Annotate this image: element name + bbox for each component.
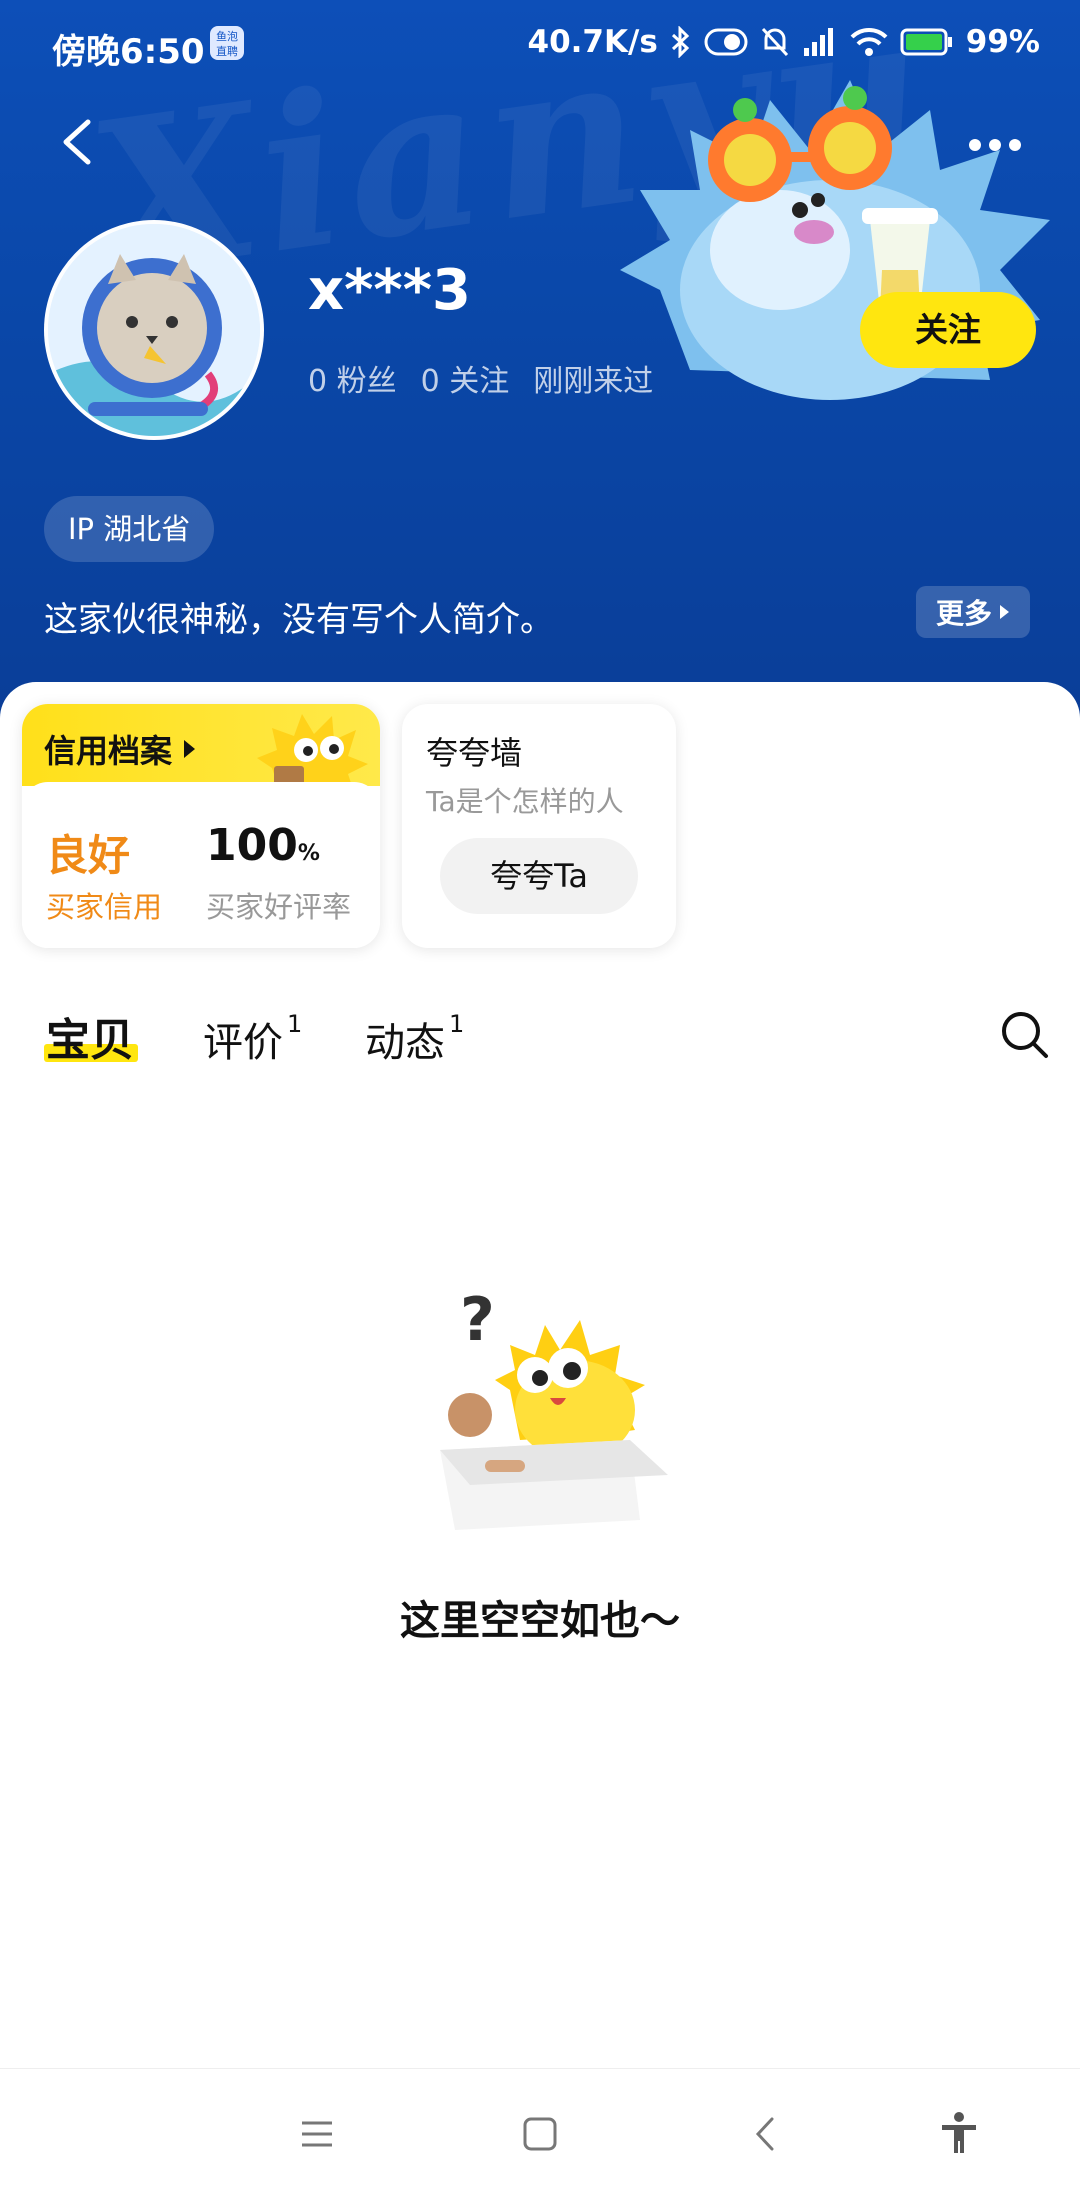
bio-more-label: 更多	[935, 597, 992, 630]
empty-box-illustration: ?	[440, 1285, 668, 1530]
caret-right-icon	[1000, 605, 1009, 619]
signal-icon	[803, 28, 833, 56]
status-bar: 傍晚6:50 鱼泡 直聘 40.7K/s 99%	[0, 0, 1080, 90]
battery-percent: 99%	[965, 24, 1040, 60]
praise-button[interactable]: 夸夸Ta	[440, 838, 638, 914]
tab-items[interactable]: 宝贝	[46, 1004, 134, 1068]
network-speed: 40.7K/s	[527, 24, 658, 60]
app-notification-icon: 鱼泡 直聘	[210, 26, 244, 60]
empty-state-text: 这里空空如也～	[400, 1598, 680, 1644]
bluetooth-icon	[671, 26, 689, 58]
tab-moments-label: 动态	[365, 1020, 445, 1066]
praise-wall-title: 夸夸墙	[426, 734, 523, 772]
svg-text:?: ?	[460, 1285, 495, 1355]
credit-title-label: 信用档案	[44, 732, 173, 770]
menu-icon[interactable]	[292, 2109, 342, 2159]
search-icon[interactable]	[998, 1008, 1050, 1060]
accessibility-icon[interactable]	[934, 2109, 984, 2159]
mute-bell-icon	[761, 27, 788, 57]
bio-more-button[interactable]: 更多	[916, 586, 1030, 638]
status-time: 傍晚6:50	[52, 32, 205, 72]
profile-bio: 这家伙很神秘，没有写个人简介。	[44, 600, 554, 640]
fans-count[interactable]: 0 粉丝	[308, 356, 397, 400]
ip-location-badge: IP 湖北省	[44, 496, 215, 562]
buyer-credit-label: 买家信用	[46, 890, 163, 924]
avatar-cat-icon	[48, 224, 260, 436]
profile-header: Xianyu 傍晚6:50 鱼泡 直聘 40.7K/s 99% x***3 0 …	[0, 0, 1080, 720]
back-arrow-icon[interactable]	[50, 112, 110, 172]
more-options-icon[interactable]	[960, 120, 1030, 170]
credit-title[interactable]: 信用档案	[44, 726, 196, 772]
positive-rate-value: 100%	[206, 820, 320, 871]
tab-moments-count: 1	[449, 1009, 465, 1038]
tab-reviews-label: 评价	[203, 1020, 283, 1066]
profile-stats: 0 粉丝 0 关注 刚刚来过	[308, 356, 653, 400]
home-square-icon[interactable]	[515, 2109, 565, 2159]
username: x***3	[308, 258, 471, 323]
status-indicators: 40.7K/s 99%	[528, 24, 1041, 60]
positive-rate-number: 100	[206, 820, 298, 871]
battery-icon	[900, 28, 952, 56]
praise-wall-card[interactable]: 夸夸墙 Ta是个怎样的人 夸夸Ta	[402, 704, 676, 948]
toggle-icon	[704, 28, 748, 56]
avatar[interactable]	[44, 220, 264, 440]
system-navigation-bar	[0, 2068, 1080, 2198]
buyer-credit-value: 良好	[46, 831, 131, 880]
positive-rate-label: 买家好评率	[206, 890, 352, 924]
tab-moments[interactable]: 动态 1	[365, 1010, 464, 1068]
profile-tabs: 宝贝 评价 1 动态 1	[0, 1004, 1080, 1094]
follow-button[interactable]: 关注	[860, 292, 1036, 368]
last-seen: 刚刚来过	[533, 364, 654, 399]
wifi-icon	[850, 27, 888, 56]
tab-reviews-count: 1	[287, 1009, 303, 1038]
tab-items-label: 宝贝	[46, 1015, 134, 1066]
praise-wall-subtitle: Ta是个怎样的人	[426, 785, 624, 818]
back-nav-icon[interactable]	[740, 2109, 790, 2159]
caret-right-icon	[184, 740, 196, 758]
mascot-illustration	[620, 80, 1050, 400]
positive-rate-unit: %	[297, 841, 320, 866]
following-count[interactable]: 0 关注	[421, 356, 510, 400]
tab-reviews[interactable]: 评价 1	[203, 1010, 302, 1068]
